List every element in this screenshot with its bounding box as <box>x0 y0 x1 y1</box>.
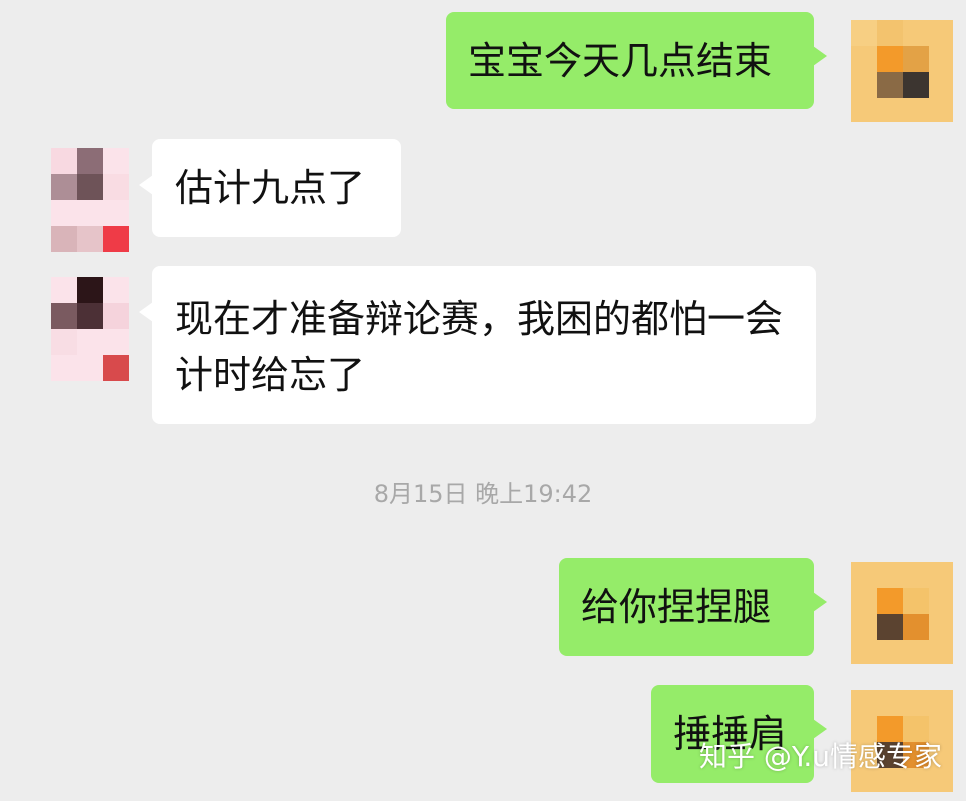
chat-timestamp: 8月15日 晚上19:42 <box>373 480 593 508</box>
avatar-pixel <box>903 588 929 614</box>
avatar-pixel <box>51 226 77 252</box>
avatar-pixel <box>877 588 903 614</box>
avatar-pixel <box>903 72 929 98</box>
avatar-pixel <box>903 46 929 72</box>
message-bubble-incoming[interactable]: 现在才准备辩论赛，我困的都怕一会计时给忘了 <box>139 266 816 424</box>
avatar-pixel <box>77 226 103 252</box>
avatar-pixel <box>103 303 129 329</box>
message-text: 现在才准备辩论赛，我困的都怕一会计时给忘了 <box>175 297 784 397</box>
avatar-pixel <box>51 174 77 200</box>
message-bubble-outgoing[interactable]: 宝宝今天几点结束 <box>446 12 827 109</box>
message-bubble-outgoing[interactable]: 给你捏捏腿 <box>559 558 827 656</box>
avatar-pixel <box>77 277 103 303</box>
avatar-pixel <box>77 174 103 200</box>
avatar-pixel <box>877 20 903 46</box>
avatar-pixel <box>877 46 903 72</box>
watermark-text: 知乎 @Y.u情感专家 <box>699 740 942 773</box>
avatar-pixel <box>51 329 77 355</box>
avatar-pixel <box>77 148 103 174</box>
my-avatar[interactable] <box>851 20 953 122</box>
contact-avatar[interactable] <box>51 148 129 252</box>
my-avatar[interactable] <box>851 562 953 664</box>
avatar-pixel <box>77 303 103 329</box>
avatar-pixel <box>851 20 877 46</box>
avatar-pixel <box>877 614 903 640</box>
avatar-pixel <box>103 174 129 200</box>
message-text: 估计九点了 <box>175 166 366 210</box>
contact-avatar[interactable] <box>51 277 129 381</box>
avatar-pixel <box>51 303 77 329</box>
avatar-pixel <box>51 148 77 174</box>
message-text: 给你捏捏腿 <box>581 585 772 629</box>
message-text: 宝宝今天几点结束 <box>468 39 773 83</box>
message-bubble-incoming[interactable]: 估计九点了 <box>139 139 401 237</box>
avatar-pixel <box>877 72 903 98</box>
avatar-pixel <box>103 355 129 381</box>
avatar-pixel <box>103 226 129 252</box>
avatar-pixel <box>903 614 929 640</box>
